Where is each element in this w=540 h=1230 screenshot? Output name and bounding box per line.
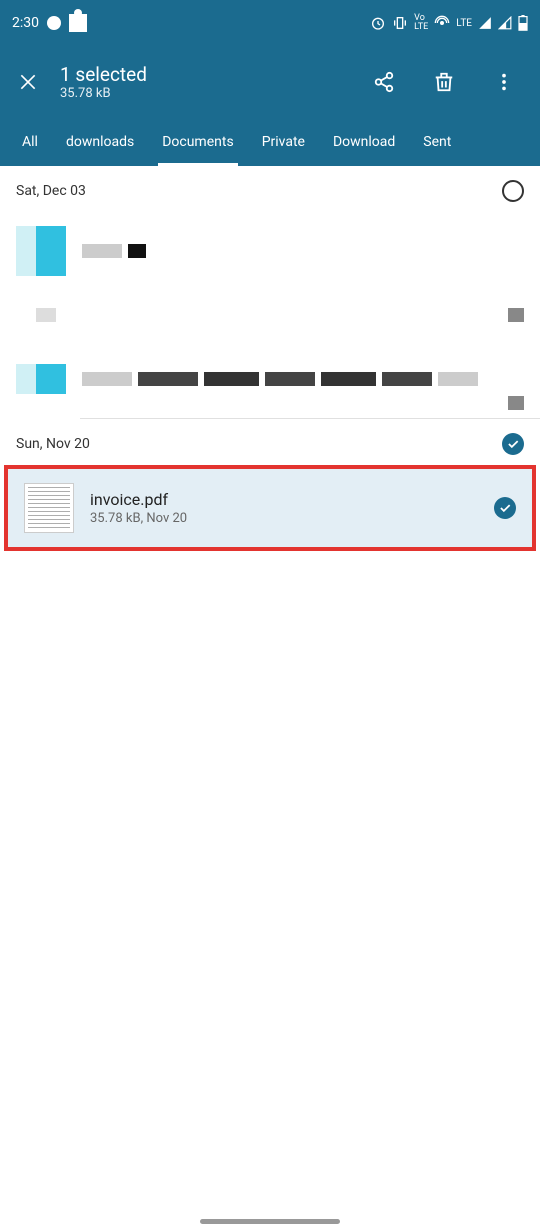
redacted-content bbox=[82, 244, 524, 258]
check-icon bbox=[498, 501, 512, 515]
battery-icon bbox=[518, 15, 528, 31]
list-item[interactable] bbox=[0, 340, 540, 418]
puzzle-icon bbox=[69, 14, 87, 32]
tab-documents[interactable]: Documents bbox=[148, 118, 247, 166]
more-button[interactable] bbox=[484, 62, 524, 102]
tab-bar: All downloads Documents Private Download… bbox=[0, 118, 540, 166]
close-icon bbox=[18, 72, 38, 92]
signal-icon bbox=[478, 16, 492, 30]
vibrate-icon bbox=[392, 15, 408, 31]
alarm-icon bbox=[370, 15, 386, 31]
date-label: Sun, Nov 20 bbox=[16, 436, 90, 452]
volte-icon: VoLTE bbox=[414, 14, 428, 32]
list-item[interactable] bbox=[0, 290, 540, 340]
select-all-check[interactable] bbox=[502, 433, 524, 455]
tab-private[interactable]: Private bbox=[248, 118, 319, 166]
date-label: Sat, Dec 03 bbox=[16, 183, 86, 199]
list-item[interactable]: invoice.pdf 35.78 kB, Nov 20 bbox=[8, 469, 532, 547]
tab-all[interactable]: All bbox=[8, 118, 52, 166]
highlighted-item: invoice.pdf 35.78 kB, Nov 20 bbox=[4, 465, 536, 551]
tab-download[interactable]: Download bbox=[319, 118, 409, 166]
selection-subtitle: 35.78 kB bbox=[60, 86, 344, 101]
hotspot-icon bbox=[434, 15, 450, 31]
trash-icon bbox=[433, 71, 455, 93]
network-label: LTE bbox=[456, 18, 472, 29]
file-thumbnail bbox=[16, 364, 66, 394]
redacted-content bbox=[508, 396, 524, 410]
file-thumbnail bbox=[16, 226, 66, 276]
list-item[interactable] bbox=[0, 212, 540, 290]
share-button[interactable] bbox=[364, 62, 404, 102]
file-name: invoice.pdf bbox=[90, 490, 478, 509]
item-check[interactable] bbox=[494, 497, 516, 519]
date-group-header[interactable]: Sat, Dec 03 bbox=[0, 166, 540, 212]
file-meta: 35.78 kB, Nov 20 bbox=[90, 511, 478, 526]
signal-icon-2 bbox=[498, 16, 512, 30]
delete-button[interactable] bbox=[424, 62, 464, 102]
redacted-content bbox=[508, 308, 524, 322]
date-group-header[interactable]: Sun, Nov 20 bbox=[0, 419, 540, 465]
selection-title: 1 selected bbox=[60, 63, 344, 86]
file-thumbnail bbox=[36, 308, 56, 322]
tab-downloads[interactable]: downloads bbox=[52, 118, 148, 166]
status-dot-icon bbox=[47, 16, 61, 30]
check-icon bbox=[506, 437, 520, 451]
home-indicator[interactable] bbox=[200, 1219, 340, 1224]
status-icons: VoLTE LTE bbox=[370, 14, 528, 32]
redacted-content bbox=[82, 372, 524, 386]
status-bar: 2:30 VoLTE LTE bbox=[0, 0, 540, 46]
file-thumbnail bbox=[24, 483, 74, 533]
tab-sent[interactable]: Sent bbox=[409, 118, 465, 166]
more-vert-icon bbox=[493, 71, 515, 93]
status-time: 2:30 bbox=[12, 15, 39, 31]
share-icon bbox=[373, 71, 395, 93]
select-all-circle[interactable] bbox=[502, 180, 524, 202]
close-button[interactable] bbox=[16, 70, 40, 94]
